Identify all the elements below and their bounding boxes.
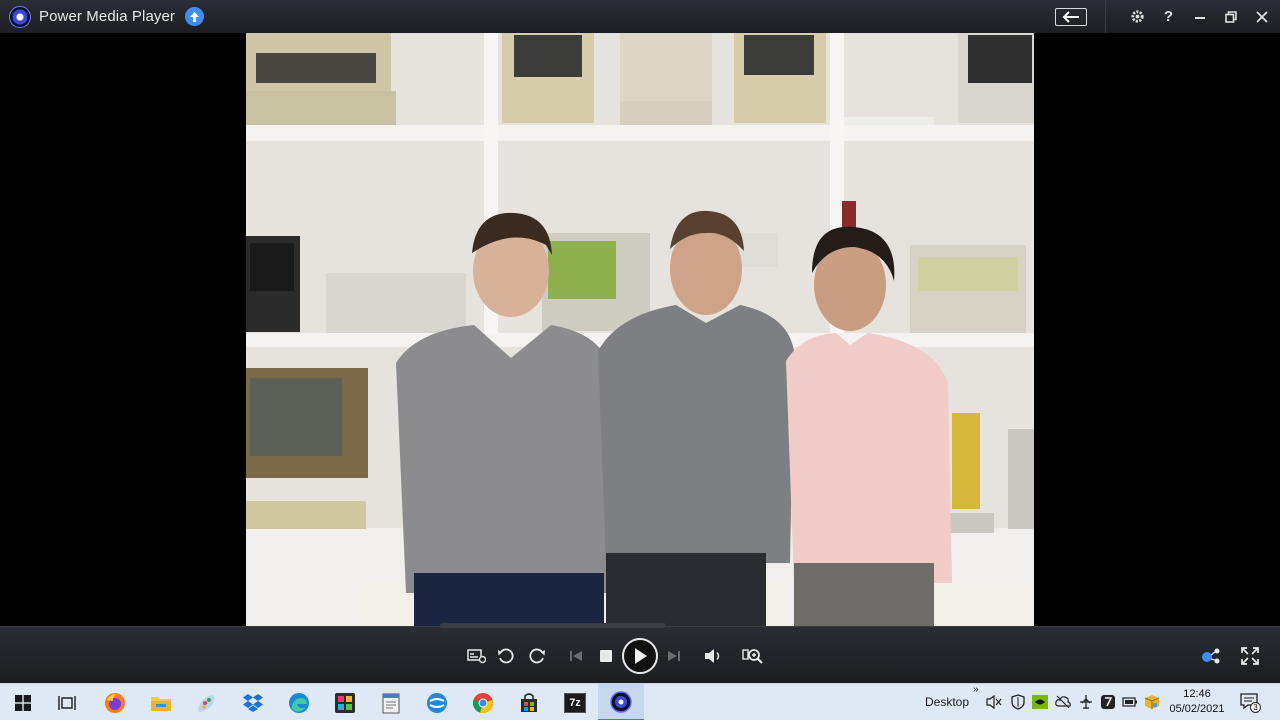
fullscreen-icon[interactable] <box>1238 627 1262 684</box>
restore-icon[interactable] <box>1215 0 1246 33</box>
battery-icon[interactable] <box>1122 694 1138 710</box>
title-separator <box>1105 0 1106 33</box>
minimize-icon[interactable] <box>1184 0 1215 33</box>
edge-icon[interactable] <box>276 684 322 720</box>
shield-icon[interactable] <box>1010 694 1026 710</box>
clock-date: 05/02/2021 <box>1169 703 1225 715</box>
volume-icon[interactable] <box>702 627 726 684</box>
help-label: ? <box>1163 8 1174 25</box>
help-icon[interactable]: ? <box>1153 0 1184 33</box>
store-icon[interactable] <box>506 684 552 720</box>
gear-icon[interactable] <box>1122 0 1153 33</box>
windows-start-icon[interactable] <box>0 684 46 720</box>
app-swirl-icon[interactable] <box>414 684 460 720</box>
play-icon <box>622 637 658 674</box>
airplane-icon[interactable] <box>1078 694 1094 710</box>
chrome-icon[interactable] <box>460 684 506 720</box>
paint-icon[interactable] <box>184 684 230 720</box>
desktop-toolbar-label[interactable]: Desktop <box>925 695 969 709</box>
rotate-left-icon[interactable] <box>494 627 518 684</box>
stop-icon[interactable] <box>596 627 616 684</box>
rotate-right-icon[interactable] <box>525 627 549 684</box>
cloud-offline-icon[interactable] <box>1055 694 1071 710</box>
power-media-player-logo-icon <box>9 5 31 28</box>
close-icon[interactable] <box>1246 0 1277 33</box>
group-photo <box>246 33 1034 626</box>
7zip-icon[interactable]: 7z <box>552 684 598 720</box>
notification-count-badge: 3 <box>1250 702 1261 713</box>
file-explorer-icon[interactable] <box>138 684 184 720</box>
photo-app-icon[interactable] <box>322 684 368 720</box>
system-clock[interactable]: 12:46 05/02/2021 <box>1168 687 1226 717</box>
player-control-bar <box>0 623 1280 684</box>
task-view-icon[interactable] <box>44 684 90 720</box>
media-display-area[interactable] <box>0 33 1280 626</box>
arrow-up-circle-icon[interactable] <box>185 7 205 26</box>
zoom-icon[interactable] <box>740 627 766 684</box>
next-icon[interactable] <box>664 627 684 684</box>
play-button[interactable] <box>620 627 660 684</box>
windows-taskbar: 7z Desktop » 12:46 05/02/2021 3 <box>0 683 1280 720</box>
notification-center-icon[interactable]: 3 <box>1240 693 1261 713</box>
clock-time: 12:46 <box>1183 688 1211 700</box>
notepad-icon[interactable] <box>368 684 414 720</box>
7zip-label: 7z <box>569 696 581 709</box>
nvidia-icon[interactable] <box>1032 694 1048 710</box>
previous-icon[interactable] <box>566 627 586 684</box>
package-icon[interactable] <box>1144 694 1160 710</box>
firefox-icon[interactable] <box>92 684 138 720</box>
back-arrow-icon[interactable] <box>1055 7 1087 26</box>
app-tray-icon[interactable] <box>1100 694 1116 710</box>
subtitle-settings-icon[interactable] <box>465 627 489 684</box>
dropbox-icon[interactable] <box>230 684 276 720</box>
speaker-muted-icon[interactable] <box>986 694 1002 710</box>
power-media-player-icon[interactable] <box>598 684 644 720</box>
title-bar: Power Media Player ? <box>0 0 1280 33</box>
share-icon[interactable] <box>1198 627 1224 684</box>
app-title: Power Media Player <box>39 8 176 25</box>
tray-overflow-chevron[interactable]: » <box>973 684 979 695</box>
